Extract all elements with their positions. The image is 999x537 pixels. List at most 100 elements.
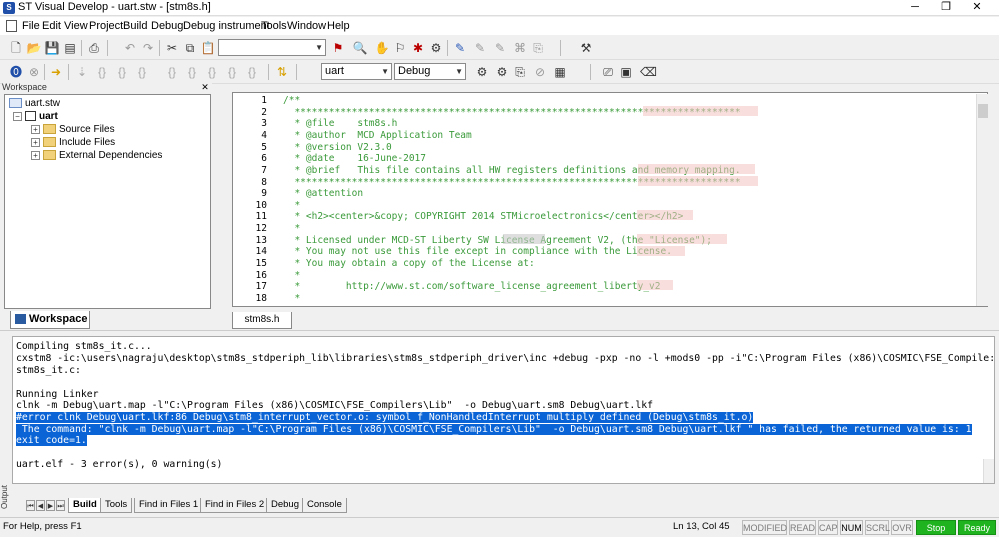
close-button[interactable]: ✕ xyxy=(957,0,997,16)
tab-first-icon[interactable]: ⏮ xyxy=(26,500,35,511)
editor-vertical-scrollbar[interactable] xyxy=(976,94,988,306)
paste-icon[interactable]: 📋 xyxy=(200,40,216,56)
save-all-icon[interactable]: ▤ xyxy=(62,40,78,56)
tab-console[interactable]: Console xyxy=(302,498,347,513)
tab-find-in-files-2[interactable]: Find in Files 2 xyxy=(200,498,270,513)
menu-window[interactable]: Window xyxy=(287,20,326,32)
close-icon[interactable]: ✕ xyxy=(199,82,211,93)
line-number: 5 xyxy=(261,142,267,153)
workspace-header: Workspace xyxy=(2,82,212,94)
tab-next-icon[interactable]: ▶ xyxy=(46,500,55,511)
step-icon-4[interactable]: {} xyxy=(134,64,150,80)
hand-icon[interactable]: ✋ xyxy=(374,40,390,56)
undo-icon[interactable]: ↶ xyxy=(122,40,138,56)
stop-build-icon[interactable]: ⊘ xyxy=(532,64,548,80)
tree-folder-source[interactable]: + Source Files xyxy=(31,124,115,135)
status-bar: For Help, press F1 Ln 13, Col 45 MODIFIE… xyxy=(0,517,999,537)
code-line: * @author MCD Application Team xyxy=(283,130,472,141)
expand-icon[interactable]: + xyxy=(31,150,40,160)
tool-icon-3[interactable]: ⌘ xyxy=(512,40,528,56)
programmer-icon[interactable]: ⎚ xyxy=(600,64,616,80)
step-icon-8[interactable]: {} xyxy=(224,64,240,80)
code-line: * xyxy=(283,200,301,211)
menu-debug-instrument[interactable]: Debug instrument xyxy=(183,20,270,32)
cut-icon[interactable]: ✂ xyxy=(164,40,180,56)
print-icon[interactable]: ⎙ xyxy=(86,40,102,56)
collapse-icon[interactable]: − xyxy=(13,111,22,121)
stop-icon[interactable]: ⊗ xyxy=(26,64,42,80)
eraser-icon[interactable]: ⌫ xyxy=(640,64,657,80)
open-folder-icon[interactable]: 📂 xyxy=(26,40,42,56)
tools-icon[interactable]: ⚒ xyxy=(578,40,594,56)
find-combo[interactable]: ▼ xyxy=(218,39,326,56)
code-line: * <h2><center>&copy; COPYRIGHT 2014 STMi… xyxy=(283,211,684,222)
new-file-icon[interactable]: 🗋 xyxy=(8,40,24,56)
tab-find-in-files-1[interactable]: Find in Files 1 xyxy=(134,498,204,513)
save-icon[interactable]: 💾 xyxy=(44,40,60,56)
step-icon-6[interactable]: {} xyxy=(184,64,200,80)
output-horizontal-scrollbar[interactable] xyxy=(12,485,995,497)
scroll-thumb[interactable] xyxy=(978,104,988,118)
tree-root[interactable]: uart.stw xyxy=(9,98,60,109)
document-icon[interactable] xyxy=(6,20,17,32)
step-icon-1[interactable]: ⇣ xyxy=(74,64,90,80)
build-icon[interactable]: ⚙ xyxy=(494,64,510,80)
menu-tools[interactable]: Tools xyxy=(261,20,287,32)
step-icon-2[interactable]: {} xyxy=(94,64,110,80)
workspace-tab[interactable]: Workspace xyxy=(10,311,90,329)
tab-last-icon[interactable]: ⏭ xyxy=(56,500,65,511)
tab-debug[interactable]: Debug xyxy=(266,498,304,513)
config-combo[interactable]: Debug ▼ xyxy=(394,63,466,80)
step-icon-7[interactable]: {} xyxy=(204,64,220,80)
code-editor[interactable]: 1 /** 2 ********************************… xyxy=(232,92,988,307)
line-number: 7 xyxy=(261,165,267,176)
step-icon-9[interactable]: {} xyxy=(244,64,260,80)
tab-build[interactable]: Build xyxy=(68,498,102,513)
compile-icon[interactable]: ⚙ xyxy=(474,64,490,80)
tool-icon-2[interactable]: ✎ xyxy=(492,40,508,56)
menu-build[interactable]: Build xyxy=(123,20,147,32)
menu-debug[interactable]: Debug xyxy=(151,20,183,32)
diff-highlight xyxy=(643,106,758,116)
menu-project[interactable]: Project xyxy=(89,20,123,32)
tree-folder-external[interactable]: + External Dependencies xyxy=(31,150,162,161)
menu-file[interactable]: File xyxy=(22,20,40,32)
rebuild-icon[interactable]: ⎘ xyxy=(512,64,528,80)
tab-stm8s-h[interactable]: stm8s.h xyxy=(232,312,292,329)
step-icon-5[interactable]: {} xyxy=(164,64,180,80)
code-line: * xyxy=(283,223,301,234)
project-combo[interactable]: uart ▼ xyxy=(321,63,392,80)
indent-icon[interactable]: ✎ xyxy=(452,40,468,56)
bookmark-clear-icon[interactable]: ⚙ xyxy=(428,40,444,56)
tab-prev-icon[interactable]: ◀ xyxy=(36,500,45,511)
output-vertical-scrollbar[interactable] xyxy=(983,459,994,483)
tab-tools[interactable]: Tools xyxy=(100,498,133,513)
line-number: 18 xyxy=(255,293,267,304)
bookmark-icon[interactable]: ⚐ xyxy=(392,40,408,56)
debug-start-icon[interactable]: ⓿ xyxy=(8,64,24,80)
step-icon-3[interactable]: {} xyxy=(114,64,130,80)
expand-icon[interactable]: + xyxy=(31,124,40,134)
memory-icon[interactable]: ▣ xyxy=(618,64,634,80)
line-number: 12 xyxy=(255,223,267,234)
folder-icon xyxy=(43,150,56,161)
reset-icon[interactable]: ⇅ xyxy=(274,64,290,80)
copy-icon[interactable]: ⧉ xyxy=(182,40,198,56)
find-icon[interactable]: ⚑ xyxy=(330,40,346,56)
menu-view[interactable]: View xyxy=(64,20,88,32)
build-chip-icon[interactable]: ▦ xyxy=(552,64,568,80)
bookmark-toggle-icon[interactable]: ✱ xyxy=(410,40,426,56)
output-pane[interactable]: Compiling stm8s_it.c... cxstm8 -ic:\user… xyxy=(12,336,995,484)
menu-help[interactable]: Help xyxy=(327,20,350,32)
search-files-icon[interactable]: 🔍 xyxy=(352,40,368,56)
tree-project[interactable]: − uart xyxy=(13,111,58,122)
go-icon[interactable]: ➜ xyxy=(48,64,64,80)
menu-edit[interactable]: Edit xyxy=(42,20,61,32)
folder-icon xyxy=(43,124,56,135)
tool-icon-1[interactable]: ✎ xyxy=(472,40,488,56)
tool-icon-4[interactable]: ⎘ xyxy=(530,40,546,56)
tree-folder-include[interactable]: + Include Files xyxy=(31,137,115,148)
diff-highlight xyxy=(638,164,755,174)
expand-icon[interactable]: + xyxy=(31,137,40,147)
redo-icon[interactable]: ↷ xyxy=(140,40,156,56)
